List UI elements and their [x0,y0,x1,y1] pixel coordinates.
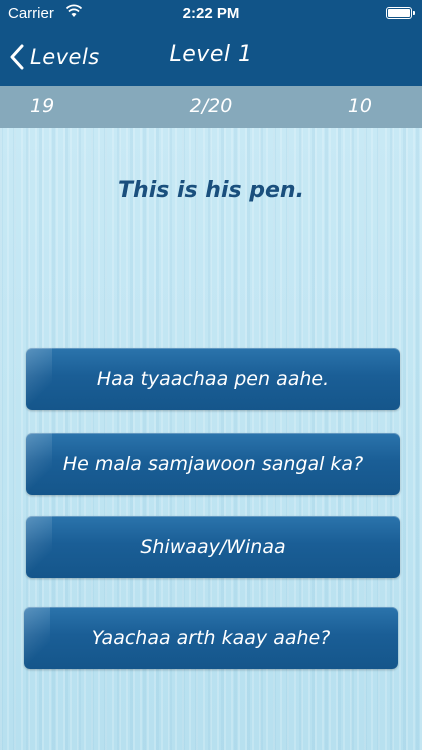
battery-icon [386,7,415,19]
answer-label: Shiwaay/Winaa [140,536,286,558]
answer-button-1[interactable]: Haa tyaachaa pen aahe. [26,348,400,410]
page-title: Level 1 [169,42,253,67]
answer-button-4[interactable]: Yaachaa arth kaay aahe? [24,607,398,669]
navigation-bar: Levels Level 1 [0,28,422,86]
status-time: 2:22 PM [182,5,240,22]
score-right: 10 [347,95,372,117]
answer-label: Yaachaa arth kaay aahe? [91,627,331,649]
answer-label: Haa tyaachaa pen aahe. [96,368,330,390]
score-bar: 19 2/20 10 [0,86,422,128]
question-text: This is his pen. [118,178,304,203]
answer-button-3[interactable]: Shiwaay/Winaa [26,516,400,578]
status-bar: Carrier 2:22 PM [0,0,422,28]
quiz-content: This is his pen. Haa tyaachaa pen aahe. … [0,128,422,750]
answer-button-2[interactable]: He mala samjawoon sangal ka? [26,433,400,495]
answer-label: He mala samjawoon sangal ka? [62,453,364,475]
